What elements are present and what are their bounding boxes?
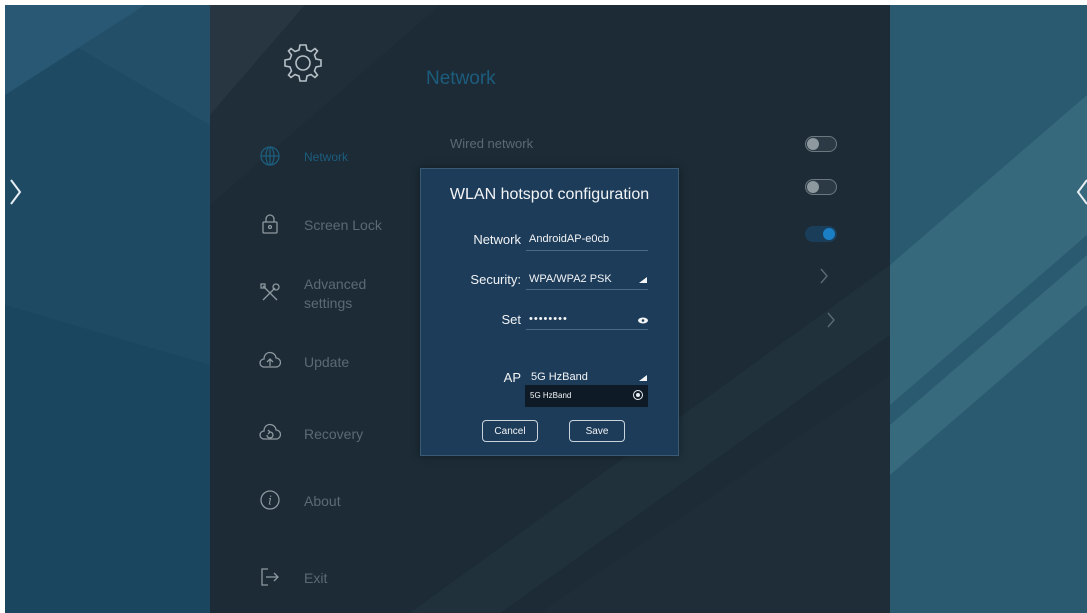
chevron-right-icon[interactable] [819, 267, 829, 285]
network-field[interactable]: AndroidAP-e0cb [529, 233, 609, 245]
sidebar-item-exit[interactable]: Exit [255, 564, 405, 604]
password-label: Set [501, 312, 521, 327]
cloud-restore-icon [259, 423, 281, 440]
password-field-underline [526, 329, 648, 330]
chevron-right-icon[interactable] [826, 311, 836, 329]
cancel-button[interactable]: Cancel [482, 420, 538, 442]
sidebar-item-screen-lock[interactable]: Screen Lock [255, 211, 405, 251]
sidebar-item-label: Advanced settings [304, 276, 367, 311]
sidebar-item-about[interactable]: i About [255, 487, 405, 527]
password-field[interactable]: •••••••• [529, 313, 568, 325]
gear-icon [284, 44, 322, 82]
radio-selected-icon[interactable] [633, 390, 643, 400]
sidebar-item-label: Exit [304, 570, 328, 586]
ap-band-select[interactable]: 5G HzBand [531, 371, 588, 383]
page-title: Network [426, 68, 496, 89]
sidebar-item-recovery[interactable]: Recovery [255, 420, 405, 460]
exit-icon [261, 568, 279, 586]
security-select[interactable]: WPA/WPA2 PSK [529, 273, 612, 285]
eye-icon[interactable] [638, 317, 648, 324]
sidebar-item-label: About [304, 493, 341, 509]
wired-network-toggle[interactable] [805, 136, 837, 152]
network-field-underline [526, 250, 648, 251]
dropdown-triangle-icon[interactable] [639, 277, 647, 283]
sidebar-item-label: Recovery [304, 426, 364, 442]
network-label: Network [473, 232, 521, 247]
sidebar-item-update[interactable]: Update [255, 348, 405, 388]
hotspot-toggle[interactable] [805, 226, 837, 242]
wlan-toggle[interactable] [805, 179, 837, 195]
info-icon: i [260, 490, 280, 510]
sidebar-item-label: Screen Lock [304, 217, 382, 233]
chevron-right-icon[interactable] [8, 177, 22, 207]
sidebar-item-label: Update [304, 354, 350, 370]
chevron-left-icon[interactable] [1075, 177, 1087, 207]
wlan-hotspot-dialog: WLAN hotspot configuration Network Andro… [420, 168, 679, 456]
sidebar-item-network[interactable]: Network [255, 143, 405, 183]
tools-icon [260, 283, 280, 301]
dropdown-triangle-icon[interactable] [639, 375, 647, 381]
dropdown-option[interactable]: 5G HzBand [530, 391, 571, 400]
ap-band-dropdown: 5G HzBand [525, 385, 648, 407]
security-label: Security: [470, 272, 521, 287]
dialog-title: WLAN hotspot configuration [449, 186, 650, 203]
sidebar-item-advanced-settings[interactable]: Advanced settings [255, 275, 405, 315]
save-button[interactable]: Save [569, 420, 625, 442]
globe-icon [260, 146, 280, 166]
screen: Network Network Screen Lock Advanced set… [5, 5, 1087, 613]
wired-network-label: Wired network [450, 136, 534, 151]
ap-band-label: AP [503, 370, 521, 385]
sidebar-item-label: Network [304, 150, 349, 164]
lock-icon [262, 214, 278, 234]
security-select-underline [526, 289, 648, 290]
svg-text:i: i [268, 494, 272, 508]
cloud-upload-icon [259, 351, 281, 368]
